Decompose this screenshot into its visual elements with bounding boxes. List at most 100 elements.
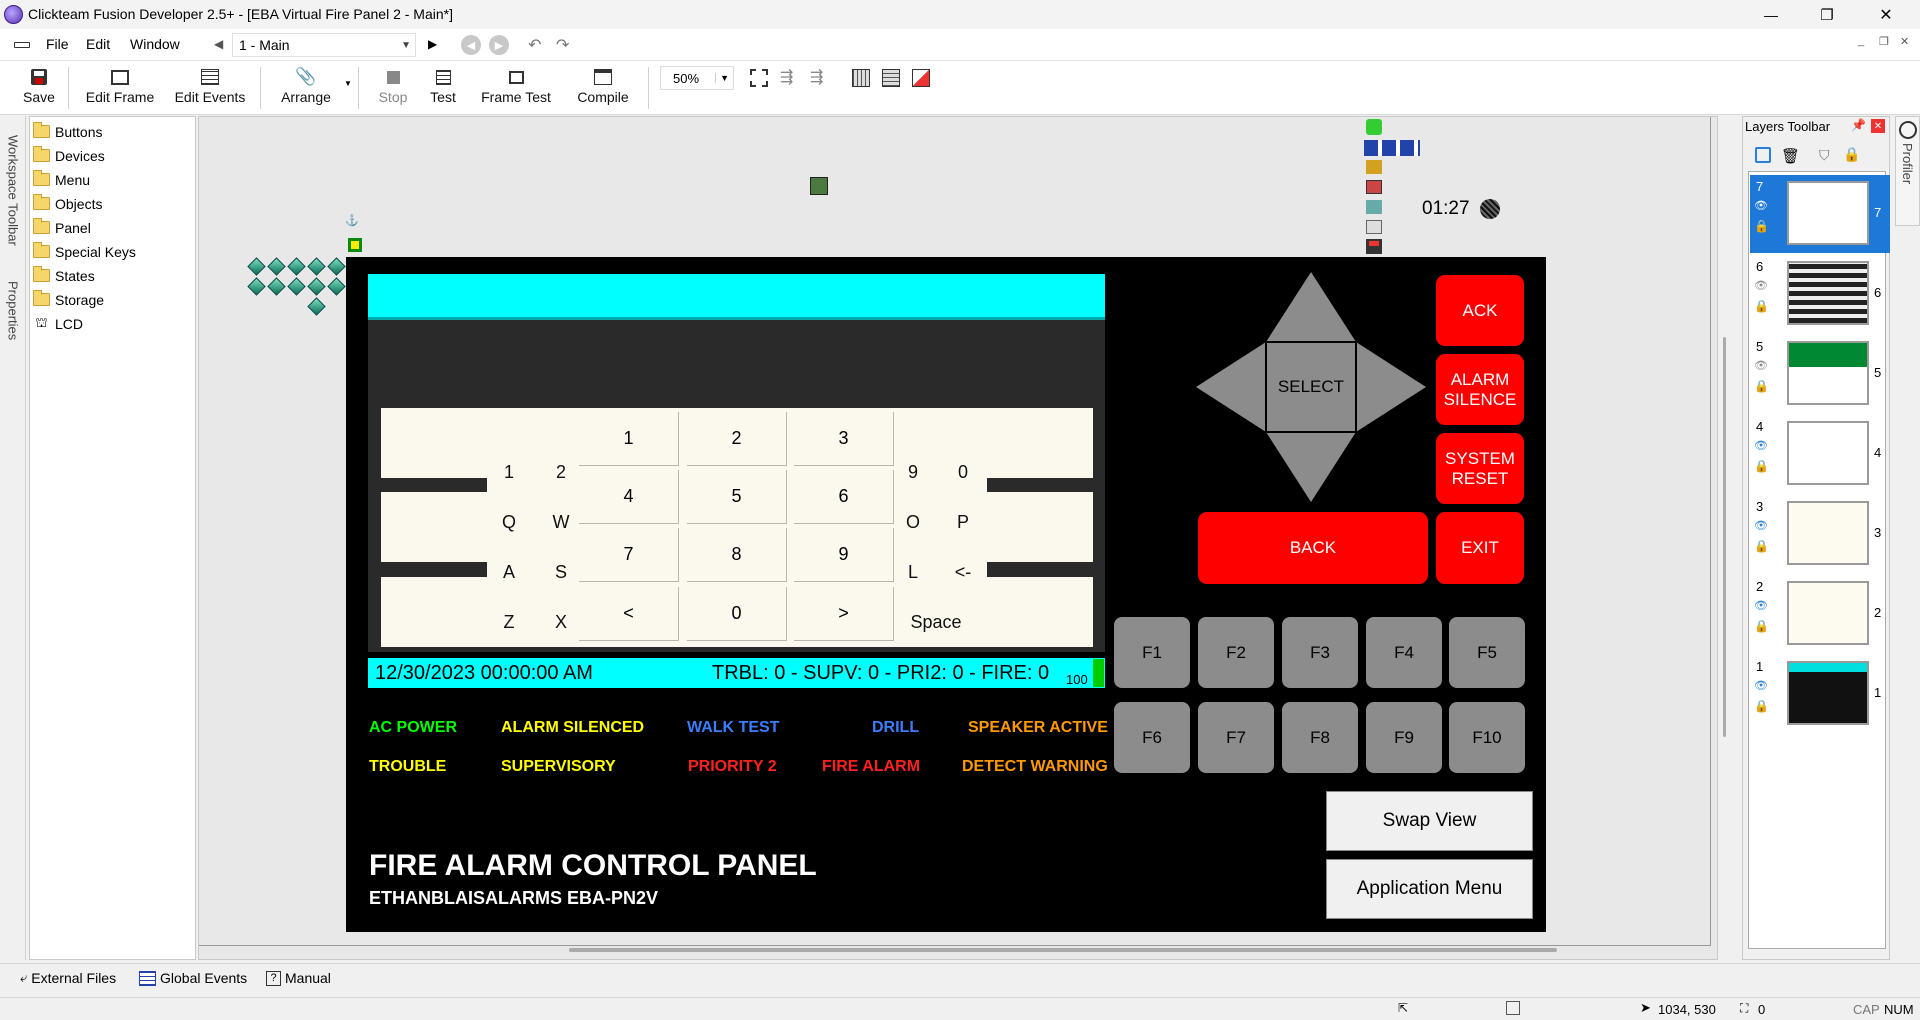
- numpad-key-2[interactable]: 2: [687, 412, 787, 466]
- numpad-key-0[interactable]: 0: [687, 587, 787, 641]
- next-frame-icon[interactable]: ▶: [428, 37, 437, 51]
- horizontal-scrollbar[interactable]: [569, 948, 1557, 952]
- pin-icon[interactable]: 📌: [1851, 118, 1866, 132]
- f3-button[interactable]: F3: [1282, 617, 1358, 688]
- frame-color-icon[interactable]: [912, 69, 930, 87]
- frame-test-button[interactable]: Frame Test: [476, 65, 556, 113]
- f1-button[interactable]: F1: [1114, 617, 1190, 688]
- fit-view-icon[interactable]: [750, 69, 768, 87]
- eye-icon[interactable]: 👁: [1754, 279, 1768, 292]
- frame-select[interactable]: 1 - Main ▼: [232, 33, 416, 57]
- nav-up-arrow[interactable]: [1266, 272, 1356, 342]
- key-w[interactable]: W: [546, 507, 576, 537]
- eye-icon[interactable]: 👁: [1754, 359, 1768, 372]
- f4-button[interactable]: F4: [1366, 617, 1442, 688]
- eye-icon[interactable]: 👁: [1754, 679, 1768, 692]
- mdi-minimize-button[interactable]: _: [1858, 35, 1864, 47]
- key-a[interactable]: A: [494, 557, 524, 587]
- f7-button[interactable]: F7: [1198, 702, 1274, 773]
- stop-button[interactable]: Stop: [370, 65, 416, 113]
- numpad-key-3[interactable]: 3: [794, 412, 894, 466]
- f10-button[interactable]: F10: [1449, 702, 1525, 773]
- layer-item-7[interactable]: 7 👁 🔒 7: [1750, 175, 1890, 253]
- back-nav-icon[interactable]: ◀: [461, 35, 481, 55]
- key-l[interactable]: L: [898, 557, 928, 587]
- tree-item-devices[interactable]: Devices: [33, 144, 105, 167]
- f8-button[interactable]: F8: [1282, 702, 1358, 773]
- lock-icon[interactable]: 🔒: [1754, 299, 1769, 313]
- nav-right-arrow[interactable]: [1356, 342, 1426, 432]
- tree-item-panel[interactable]: Panel: [33, 216, 91, 239]
- mdi-close-button[interactable]: ✕: [1900, 35, 1909, 48]
- arrange-dropdown-icon[interactable]: ▼: [344, 79, 352, 88]
- nav-select-button[interactable]: SELECT: [1268, 344, 1354, 430]
- profiler-tab[interactable]: Profiler: [1895, 116, 1920, 226]
- external-files-tab[interactable]: ⤶ External Files: [20, 970, 116, 986]
- lock-icon[interactable]: 🔒: [1754, 619, 1769, 633]
- eye-icon[interactable]: 👁: [1754, 519, 1768, 532]
- layer-lock-icon[interactable]: 🔒: [1843, 146, 1860, 163]
- f9-button[interactable]: F9: [1366, 702, 1442, 773]
- mdi-restore-button[interactable]: ❐: [1879, 35, 1889, 48]
- prev-frame-icon[interactable]: ◀: [214, 37, 223, 51]
- tree-item-objects[interactable]: Objects: [33, 192, 102, 215]
- application-menu-button[interactable]: Application Menu: [1326, 859, 1533, 919]
- lock-icon[interactable]: 🔒: [1754, 539, 1769, 553]
- global-events-tab[interactable]: Global Events: [139, 970, 247, 986]
- tree-item-special-keys[interactable]: Special Keys: [33, 240, 136, 263]
- alarm-silence-button[interactable]: ALARM SILENCE: [1436, 354, 1524, 425]
- f5-button[interactable]: F5: [1449, 617, 1525, 688]
- lock-icon[interactable]: 🔒: [1754, 699, 1769, 713]
- distribute-icon[interactable]: ⇶: [810, 67, 823, 87]
- eye-icon[interactable]: 👁: [1754, 199, 1768, 212]
- layer-item-6[interactable]: 6 👁 🔒 6: [1750, 255, 1890, 333]
- align-icon[interactable]: ⇶: [780, 67, 793, 87]
- key-space[interactable]: Space: [886, 607, 986, 637]
- menu-window[interactable]: Window: [130, 36, 180, 52]
- numpad-key-right[interactable]: >: [794, 587, 894, 641]
- key-9[interactable]: 9: [898, 457, 928, 487]
- test-button[interactable]: Test: [420, 65, 466, 113]
- numpad-key-9[interactable]: 9: [794, 528, 894, 582]
- selected-object-handle[interactable]: [348, 238, 362, 252]
- tree-item-storage[interactable]: Storage: [33, 288, 104, 311]
- zoom-select[interactable]: 50% ▼: [660, 66, 734, 90]
- numpad-key-4[interactable]: 4: [579, 470, 679, 524]
- minimize-button[interactable]: —: [1748, 0, 1794, 29]
- layer-item-4[interactable]: 4 👁 🔒 4: [1750, 415, 1890, 493]
- menu-edit[interactable]: Edit: [86, 36, 110, 52]
- layer-item-5[interactable]: 5 👁 🔒 5: [1750, 335, 1890, 413]
- lock-icon[interactable]: 🔒: [1754, 459, 1769, 473]
- compile-button[interactable]: Compile: [568, 65, 638, 113]
- eye-icon[interactable]: 👁: [1754, 439, 1768, 452]
- numpad-key-left[interactable]: <: [579, 587, 679, 641]
- numpad-key-6[interactable]: 6: [794, 470, 894, 524]
- system-reset-button[interactable]: SYSTEM RESET: [1436, 433, 1524, 504]
- layer-item-3[interactable]: 3 👁 🔒 3: [1750, 495, 1890, 573]
- tree-item-states[interactable]: States: [33, 264, 95, 287]
- properties-tab[interactable]: Properties: [3, 266, 23, 356]
- numpad-key-5[interactable]: 5: [687, 470, 787, 524]
- add-layer-icon[interactable]: [1755, 147, 1771, 163]
- key-0[interactable]: 0: [948, 457, 978, 487]
- nav-down-arrow[interactable]: [1266, 432, 1356, 502]
- numpad-key-7[interactable]: 7: [579, 528, 679, 582]
- ack-button[interactable]: ACK: [1436, 275, 1524, 346]
- key-1[interactable]: 1: [494, 457, 524, 487]
- exit-button[interactable]: EXIT: [1436, 512, 1524, 584]
- arrange-button[interactable]: 📎 Arrange: [274, 65, 338, 113]
- key-2[interactable]: 2: [546, 457, 576, 487]
- lock-icon[interactable]: 🔒: [1754, 379, 1769, 393]
- restore-button[interactable]: ❐: [1804, 0, 1850, 29]
- layer-mask-icon[interactable]: ⛉: [1819, 147, 1830, 164]
- layers-close-button[interactable]: ✕: [1871, 119, 1885, 133]
- manual-tab[interactable]: ? Manual: [266, 970, 331, 986]
- swap-view-button[interactable]: Swap View: [1326, 791, 1533, 851]
- object-icon[interactable]: [810, 177, 828, 195]
- key-x[interactable]: X: [546, 607, 576, 637]
- forward-nav-icon[interactable]: ▶: [489, 35, 509, 55]
- layer-item-2[interactable]: 2 👁 🔒 2: [1750, 575, 1890, 653]
- undo-icon[interactable]: ↶: [528, 35, 541, 55]
- lock-icon[interactable]: 🔒: [1754, 219, 1769, 233]
- edit-events-button[interactable]: Edit Events: [170, 65, 250, 113]
